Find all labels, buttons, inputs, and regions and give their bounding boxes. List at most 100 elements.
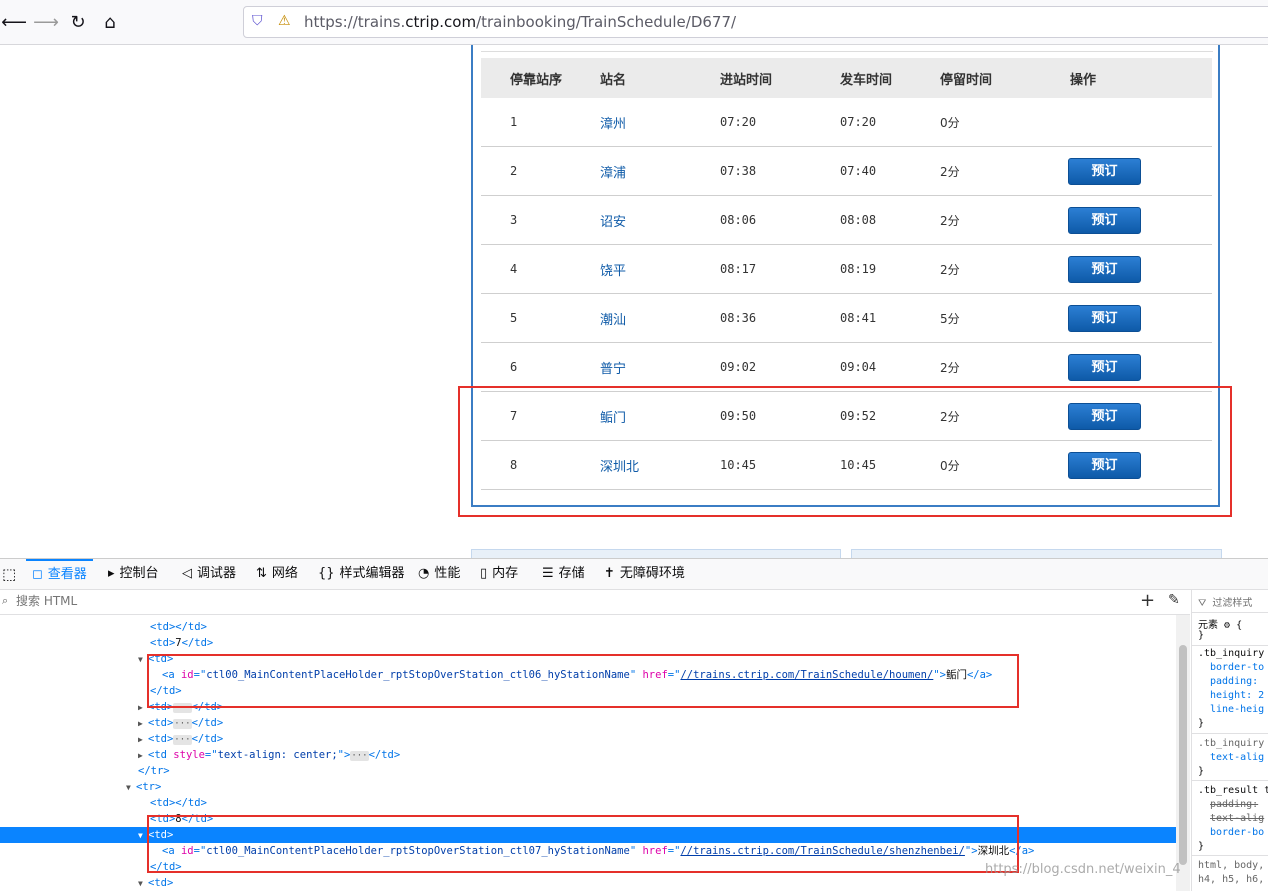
header-arrive: 进站时间 — [720, 58, 840, 98]
station-link[interactable]: 漳州 — [600, 117, 626, 132]
tab-inspector[interactable]: ◻ 查看器 — [26, 559, 93, 589]
rule-property[interactable]: border-bo — [1198, 827, 1264, 838]
markup-line[interactable]: <td>7</td> — [0, 635, 1176, 651]
expand-toggle-icon[interactable]: ▼ — [138, 828, 148, 844]
tab-debugger[interactable]: ◁ 调试器 — [182, 559, 236, 589]
tab-memory[interactable]: ▯ 内存 — [480, 559, 518, 589]
scrollbar-thumb[interactable] — [1179, 645, 1187, 865]
add-node-icon[interactable]: + — [1140, 590, 1155, 611]
reload-icon[interactable]: ↻ — [64, 8, 92, 36]
header-seq: 停靠站序 — [481, 58, 600, 98]
station-link[interactable]: 鲘门 — [600, 411, 626, 426]
tab-network[interactable]: ⇅ 网络 — [256, 559, 298, 589]
cell-stay: 0分 — [940, 98, 1070, 147]
cell-depart-time: 08:19 — [840, 244, 940, 294]
markup-line[interactable]: ▶ <td>···</td> — [0, 715, 1176, 731]
expand-toggle-icon[interactable]: ▼ — [138, 876, 148, 891]
markup-line-selected[interactable]: ▼ <td> — [0, 827, 1176, 843]
station-link[interactable]: 深圳北 — [600, 460, 639, 475]
collapse-toggle-icon[interactable]: ▶ — [138, 748, 148, 764]
cell-depart-time: 10:45 — [840, 440, 940, 490]
ellipsis-icon[interactable]: ··· — [173, 735, 192, 745]
collapse-toggle-icon[interactable]: ▶ — [138, 732, 148, 748]
markup-line[interactable]: ▼ <td> — [0, 651, 1176, 667]
markup-href-link[interactable]: //trains.ctrip.com/TrainSchedule/shenzhe… — [680, 845, 964, 857]
rule-property[interactable]: border-to — [1198, 662, 1264, 673]
markup-line[interactable]: </tr> — [0, 763, 1176, 779]
tab-label: 内存 — [492, 566, 519, 581]
markup-href-link[interactable]: //trains.ctrip.com/TrainSchedule/houmen/ — [680, 669, 933, 681]
book-button[interactable]: 预订 — [1068, 255, 1141, 283]
tab-label: 调试器 — [197, 566, 237, 581]
url-bar[interactable]: ⛉ ⚠ https://trains.ctrip.com/trainbookin… — [243, 6, 1268, 38]
station-link[interactable]: 诏安 — [600, 215, 626, 230]
header-depart: 发车时间 — [840, 58, 940, 98]
rule-brace: } — [1198, 718, 1205, 729]
markup-line[interactable]: </td> — [0, 683, 1176, 699]
station-link[interactable]: 漳浦 — [600, 166, 626, 181]
markup-line[interactable]: <td></td> — [0, 619, 1176, 635]
ellipsis-icon[interactable]: ··· — [350, 751, 369, 761]
rule-property[interactable]: height: 2 — [1198, 690, 1264, 701]
cell-depart-time: 08:08 — [840, 195, 940, 245]
cell-arrive-time: 09:50 — [720, 391, 840, 441]
markup-line[interactable]: ▶ <td>···</td> — [0, 699, 1176, 715]
rule-property[interactable]: line-heig — [1198, 704, 1264, 715]
html-search-bar: ⌕ + ✎ — [0, 590, 1190, 615]
tracking-shield-icon[interactable]: ⛉ — [252, 13, 263, 29]
markup-line[interactable]: <a id="ctl00_MainContentPlaceHolder_rptS… — [0, 667, 1176, 683]
forward-icon[interactable]: ⟶ — [32, 8, 60, 36]
book-button[interactable]: 预订 — [1068, 402, 1141, 430]
element-picker-icon[interactable]: ⬚ — [2, 559, 16, 589]
expand-toggle-icon[interactable]: ▼ — [138, 652, 148, 668]
markup-line[interactable]: <td>8</td> — [0, 811, 1176, 827]
insecure-lock-icon[interactable]: ⚠ — [278, 13, 291, 29]
cell-depart-time: 09:04 — [840, 342, 940, 392]
cell-station: 鲘门 — [600, 391, 720, 441]
rule-property[interactable]: padding: — [1198, 676, 1258, 687]
cell-action: 预订 — [1068, 391, 1212, 441]
station-link[interactable]: 普宁 — [600, 362, 626, 377]
book-button[interactable]: 预订 — [1068, 353, 1141, 381]
markup-line[interactable]: <a id="ctl00_MainContentPlaceHolder_rptS… — [0, 843, 1176, 859]
back-icon[interactable]: ⟵ — [0, 8, 28, 36]
cell-station: 诏安 — [600, 195, 720, 245]
html-search-input[interactable] — [14, 593, 718, 609]
rule-property-overridden[interactable]: text-alig — [1198, 813, 1264, 824]
rule-property[interactable]: text-alig — [1198, 752, 1264, 763]
ellipsis-icon[interactable]: ··· — [173, 719, 192, 729]
divider — [481, 51, 1213, 52]
cell-seq: 2 — [481, 146, 600, 196]
markup-line[interactable]: ▶ <td>···</td> — [0, 731, 1176, 747]
eyedropper-icon[interactable]: ✎ — [1168, 592, 1180, 608]
filter-styles[interactable]: ⛛ 过滤样式 — [1198, 594, 1252, 609]
markup-line[interactable]: ▼ <td> — [0, 875, 1176, 891]
expand-toggle-icon[interactable]: ▼ — [126, 780, 136, 796]
tab-accessibility[interactable]: ✝ 无障碍环境 — [604, 559, 685, 589]
home-icon[interactable]: ⌂ — [96, 8, 124, 36]
cell-seq: 4 — [481, 244, 600, 294]
ellipsis-icon[interactable]: ··· — [173, 703, 192, 713]
markup-scrollbar[interactable] — [1176, 615, 1190, 891]
tab-performance[interactable]: ◔ 性能 — [418, 559, 460, 589]
tab-style-editor[interactable]: {} 样式编辑器 — [318, 559, 405, 589]
tab-console[interactable]: ▸ 控制台 — [108, 559, 159, 589]
url-text[interactable]: https://trains.ctrip.com/trainbooking/Tr… — [304, 13, 736, 31]
gear-icon[interactable]: ⚙ — [1224, 620, 1230, 631]
book-button[interactable]: 预订 — [1068, 304, 1141, 332]
markup-line[interactable]: ▶ <td style="text-align: center;">···</td… — [0, 747, 1176, 763]
cell-stay: 2分 — [940, 244, 1070, 294]
station-link[interactable]: 潮汕 — [600, 313, 626, 328]
collapse-toggle-icon[interactable]: ▶ — [138, 716, 148, 732]
station-link[interactable]: 饶平 — [600, 264, 626, 279]
collapse-toggle-icon[interactable]: ▶ — [138, 700, 148, 716]
book-button[interactable]: 预订 — [1068, 157, 1141, 185]
markup-line[interactable]: ▼ <tr> — [0, 779, 1176, 795]
header-stay: 停留时间 — [940, 58, 1070, 98]
rule-property-overridden[interactable]: padding: — [1198, 799, 1258, 810]
book-button[interactable]: 预订 — [1068, 451, 1141, 479]
tab-storage[interactable]: ☰ 存储 — [542, 559, 585, 589]
book-button[interactable]: 预订 — [1068, 206, 1141, 234]
cell-arrive-time: 08:36 — [720, 293, 840, 343]
markup-line[interactable]: <td></td> — [0, 795, 1176, 811]
